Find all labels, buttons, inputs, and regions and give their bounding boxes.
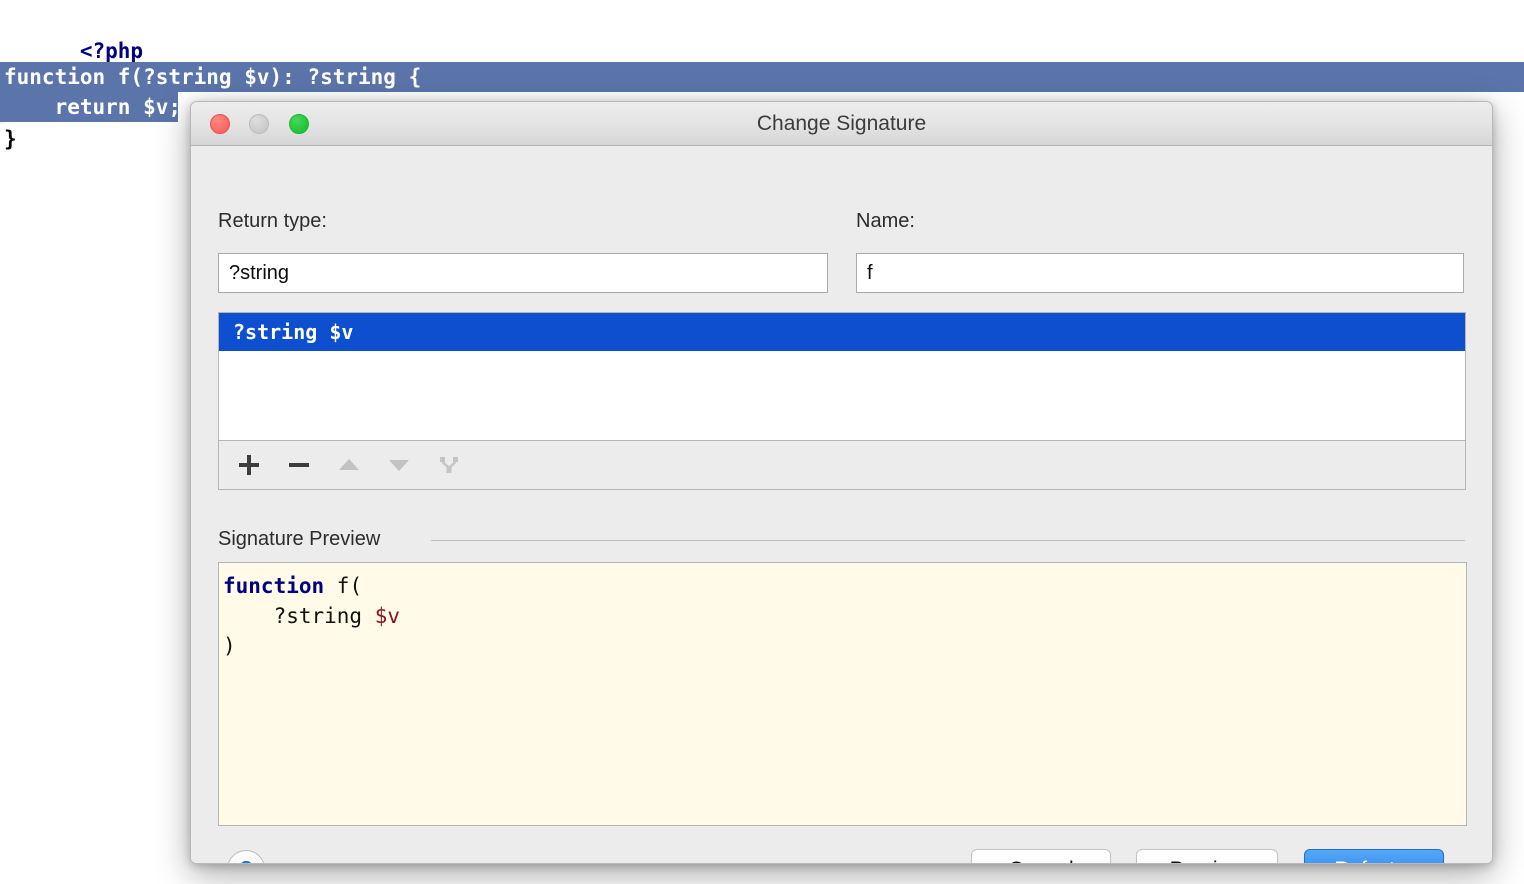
code-line-return: return $v; — [0, 92, 181, 122]
return-type-label: Return type: — [218, 210, 327, 232]
preview-function-name: f( — [324, 574, 363, 598]
code-token-php-open: <?php — [79, 39, 144, 63]
help-button[interactable]: ? — [227, 850, 265, 863]
refactor-button[interactable]: Refactor — [1304, 849, 1444, 863]
parameters-list[interactable]: ?string $v — [218, 312, 1466, 441]
preview-keyword: function — [223, 574, 325, 598]
code-line-php-open: <?php — [0, 6, 143, 63]
dialog-titlebar[interactable]: Change Signature — [191, 102, 1492, 146]
code-line-function-signature: function f(?string $v): ?string { — [0, 62, 1524, 92]
signature-preview-code: function f( ?string $v ) — [218, 562, 1467, 826]
move-parameter-down-button[interactable] — [377, 441, 421, 488]
change-signature-dialog: Change Signature Return type: ?string Na… — [190, 101, 1493, 864]
parameters-toolbar — [218, 441, 1466, 490]
dialog-title: Change Signature — [756, 112, 927, 135]
cancel-button[interactable]: Cancel — [971, 849, 1111, 863]
add-parameter-button[interactable] — [227, 441, 271, 488]
return-type-input[interactable]: ?string — [218, 253, 828, 293]
preview-button[interactable]: Preview — [1136, 849, 1278, 863]
preview-closing-paren: ) — [223, 634, 236, 658]
minus-icon — [289, 462, 309, 467]
signature-preview-title: Signature Preview — [218, 528, 381, 550]
propagate-parameter-button[interactable] — [427, 441, 471, 488]
move-parameter-up-button[interactable] — [327, 441, 371, 488]
plus-icon — [239, 454, 259, 475]
dialog-body: Return type: ?string Name: f ?string $v — [191, 146, 1492, 863]
parameter-row[interactable]: ?string $v — [219, 313, 1465, 351]
code-line-closing-brace: } — [4, 127, 17, 151]
name-input[interactable]: f — [856, 253, 1464, 293]
preview-parameter-type: ?string — [223, 604, 375, 628]
arrow-down-icon — [389, 459, 409, 471]
preview-parameter-variable: $v — [374, 604, 401, 628]
fork-branch-icon — [440, 456, 458, 473]
name-label: Name: — [856, 210, 915, 232]
arrow-up-icon — [339, 458, 359, 470]
signature-preview-separator — [431, 540, 1465, 541]
remove-parameter-button[interactable] — [277, 441, 321, 488]
screen: <?php function f(?string $v): ?string { … — [0, 0, 1524, 884]
